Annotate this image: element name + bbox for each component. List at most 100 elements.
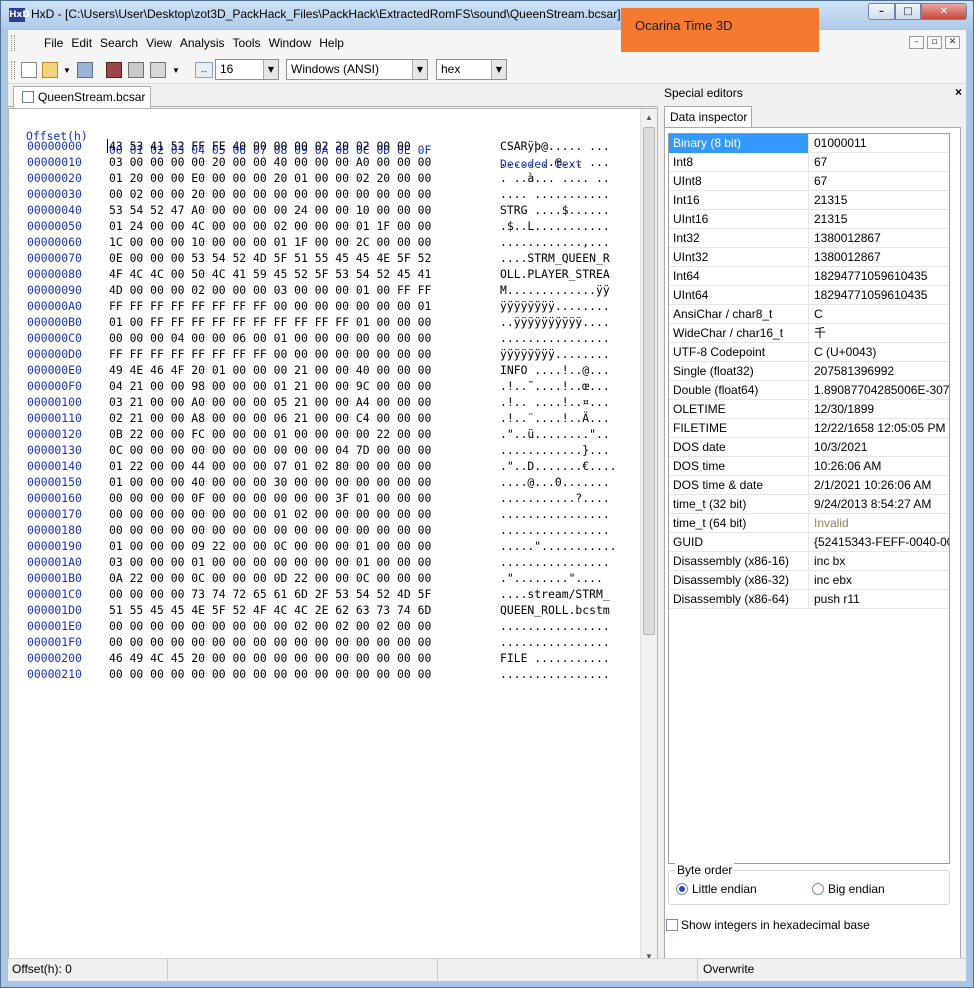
- inspector-row[interactable]: FILETIME 12/22/1658 12:05:05 PM: [669, 419, 949, 438]
- row-bytes[interactable]: 00 00 00 00 0F 00 00 00 00 00 00 3F 01 0…: [109, 490, 431, 506]
- row-decoded-text[interactable]: CSARÿþ@..... ...: [500, 138, 610, 154]
- hex-row[interactable]: 000000D0 FF FF FF FF FF FF FF FF 00 00 00…: [9, 346, 649, 362]
- inspector-row[interactable]: Disassembly (x86-32) inc ebx: [669, 571, 949, 590]
- hex-row[interactable]: 00000050 01 24 00 00 4C 00 00 00 02 00 00…: [9, 218, 649, 234]
- menu-window[interactable]: Window: [265, 30, 316, 56]
- hex-row[interactable]: 000000C0 00 00 00 04 00 00 06 00 01 00 00…: [9, 330, 649, 346]
- row-decoded-text[interactable]: ............,...: [500, 234, 610, 250]
- mdi-restore-button[interactable]: ▫: [927, 36, 942, 49]
- save-icon[interactable]: [77, 62, 93, 78]
- row-decoded-text[interactable]: ....STRM_QUEEN_R: [500, 250, 610, 266]
- row-decoded-text[interactable]: ................: [500, 618, 610, 634]
- menu-view[interactable]: View: [142, 30, 176, 56]
- hex-row[interactable]: 00000040 53 54 52 47 A0 00 00 00 00 24 00…: [9, 202, 649, 218]
- row-decoded-text[interactable]: .!.. ....!..¤...: [500, 394, 610, 410]
- inspector-value[interactable]: 18294771059610435: [810, 267, 949, 285]
- inspector-row[interactable]: Double (float64) 1.89087704285006E-307: [669, 381, 949, 400]
- row-decoded-text[interactable]: ....@...0.......: [500, 474, 610, 490]
- inspector-row[interactable]: WideChar / char16_t 千: [669, 324, 949, 343]
- inspector-row[interactable]: DOS time 10:26:06 AM: [669, 457, 949, 476]
- inspector-value[interactable]: 1.89087704285006E-307: [810, 381, 949, 399]
- scroll-up-arrow-icon[interactable]: ▲: [641, 109, 657, 126]
- chevron-down-icon[interactable]: ▼: [491, 60, 506, 79]
- row-decoded-text[interactable]: ÿÿÿÿÿÿÿÿ........: [500, 346, 610, 362]
- charset-select[interactable]: Windows (ANSI) ▼: [286, 59, 428, 80]
- row-decoded-text[interactable]: OLL.PLAYER_STREA: [500, 266, 610, 282]
- row-bytes[interactable]: 00 00 00 00 00 00 00 00 00 00 00 00 00 0…: [109, 522, 431, 538]
- inspector-value[interactable]: 2/1/2021 10:26:06 AM: [810, 476, 949, 494]
- inspector-value[interactable]: 12/22/1658 12:05:05 PM: [810, 419, 949, 437]
- maximize-button[interactable]: □: [895, 3, 921, 20]
- hex-row[interactable]: 00000060 1C 00 00 00 10 00 00 00 01 1F 00…: [9, 234, 649, 250]
- close-panel-icon[interactable]: ×: [955, 85, 962, 99]
- toolbar-grip[interactable]: [11, 61, 15, 79]
- inspector-value[interactable]: 21315: [810, 191, 949, 209]
- row-bytes[interactable]: 1C 00 00 00 10 00 00 00 01 1F 00 00 2C 0…: [109, 234, 431, 250]
- hex-vertical-scrollbar[interactable]: ▲ ▼: [640, 109, 657, 965]
- inspector-row[interactable]: Disassembly (x86-64) push r11: [669, 590, 949, 609]
- hex-row[interactable]: 00000180 00 00 00 00 00 00 00 00 00 00 00…: [9, 522, 649, 538]
- row-decoded-text[interactable]: ...........?....: [500, 490, 610, 506]
- hex-row[interactable]: 000001E0 00 00 00 00 00 00 00 00 00 02 00…: [9, 618, 649, 634]
- inspector-value[interactable]: C (U+0043): [810, 343, 949, 361]
- hex-row[interactable]: 000001D0 51 55 45 45 4E 5F 52 4F 4C 4C 2E…: [9, 602, 649, 618]
- row-decoded-text[interactable]: ................: [500, 666, 610, 682]
- row-bytes[interactable]: 03 00 00 00 01 00 00 00 00 00 00 00 01 0…: [109, 554, 431, 570]
- row-decoded-text[interactable]: ÿÿÿÿÿÿÿÿ........: [500, 298, 610, 314]
- menu-help[interactable]: Help: [315, 30, 348, 56]
- hex-row[interactable]: 00000000 43 53 41 52 FF FE 40 00 00 00 02…: [9, 138, 649, 154]
- inspector-value[interactable]: Invalid: [810, 514, 949, 532]
- menu-file[interactable]: File: [40, 30, 67, 56]
- hex-row[interactable]: 00000090 4D 00 00 00 02 00 00 00 03 00 00…: [9, 282, 649, 298]
- row-bytes[interactable]: 00 00 00 00 00 00 00 00 00 00 00 00 00 0…: [109, 634, 431, 650]
- row-decoded-text[interactable]: ..... ..@... ...: [500, 154, 610, 170]
- inspector-row[interactable]: time_t (32 bit) 9/24/2013 8:54:27 AM: [669, 495, 949, 514]
- row-bytes[interactable]: 4D 00 00 00 02 00 00 00 03 00 00 00 01 0…: [109, 282, 431, 298]
- chevron-down-icon[interactable]: ▼: [263, 60, 278, 79]
- open-disk-icon[interactable]: [128, 62, 144, 78]
- hex-row[interactable]: 000000A0 FF FF FF FF FF FF FF FF 00 00 00…: [9, 298, 649, 314]
- row-bytes[interactable]: 51 55 45 45 4E 5F 52 4F 4C 4C 2E 62 63 7…: [109, 602, 431, 618]
- row-bytes[interactable]: 00 00 00 00 00 00 00 00 00 02 00 02 00 0…: [109, 618, 431, 634]
- row-decoded-text[interactable]: INFO ....!..@...: [500, 362, 610, 378]
- inspector-row[interactable]: Int16 21315: [669, 191, 949, 210]
- row-decoded-text[interactable]: M.............ÿÿ: [500, 282, 610, 298]
- row-decoded-text[interactable]: ....stream/STRM_: [500, 586, 610, 602]
- minimize-button[interactable]: –: [868, 3, 895, 20]
- row-decoded-text[interactable]: ................: [500, 522, 610, 538]
- close-button[interactable]: ✕: [921, 3, 967, 20]
- row-bytes[interactable]: 0A 22 00 00 0C 00 00 00 0D 22 00 00 0C 0…: [109, 570, 431, 586]
- row-decoded-text[interactable]: QUEEN_ROLL.bcstm: [500, 602, 610, 618]
- row-decoded-text[interactable]: ..ÿÿÿÿÿÿÿÿÿÿ....: [500, 314, 610, 330]
- inspector-value[interactable]: 10/3/2021: [810, 438, 949, 456]
- tab-data-inspector[interactable]: Data inspector: [664, 106, 752, 128]
- status-edit-mode[interactable]: Overwrite: [700, 959, 960, 980]
- hex-row[interactable]: 00000130 0C 00 00 00 00 00 00 00 00 00 00…: [9, 442, 649, 458]
- hex-row[interactable]: 00000070 0E 00 00 00 53 54 52 4D 5F 51 55…: [9, 250, 649, 266]
- inspector-row[interactable]: UInt64 18294771059610435: [669, 286, 949, 305]
- inspector-value[interactable]: 1380012867: [810, 248, 949, 266]
- open-process-icon[interactable]: [150, 62, 166, 78]
- row-bytes[interactable]: 03 21 00 00 A0 00 00 00 05 21 00 00 A4 0…: [109, 394, 431, 410]
- row-decoded-text[interactable]: STRG ....$......: [500, 202, 610, 218]
- row-bytes[interactable]: 49 4E 46 4F 20 01 00 00 00 21 00 00 40 0…: [109, 362, 431, 378]
- inspector-value[interactable]: inc ebx: [810, 571, 949, 589]
- row-bytes[interactable]: 0B 22 00 00 FC 00 00 00 01 00 00 00 00 2…: [109, 426, 431, 442]
- scrollbar-thumb[interactable]: [643, 127, 655, 635]
- tab-queenstream[interactable]: QueenStream.bcsar: [13, 86, 151, 108]
- row-decoded-text[interactable]: .!..¨....!..Ä...: [500, 410, 610, 426]
- row-decoded-text[interactable]: ."..D.......€....: [500, 458, 617, 474]
- hex-row[interactable]: 00000170 00 00 00 00 00 00 00 00 01 02 00…: [9, 506, 649, 522]
- hex-row[interactable]: 00000140 01 22 00 00 44 00 00 00 07 01 02…: [9, 458, 649, 474]
- inspector-row[interactable]: Int32 1380012867: [669, 229, 949, 248]
- mdi-close-button[interactable]: ✕: [945, 36, 960, 49]
- inspector-value[interactable]: 01000011: [810, 134, 949, 152]
- row-decoded-text[interactable]: FILE ...........: [500, 650, 610, 666]
- hex-row[interactable]: 00000100 03 21 00 00 A0 00 00 00 05 21 00…: [9, 394, 649, 410]
- row-bytes[interactable]: 46 49 4C 45 20 00 00 00 00 00 00 00 00 0…: [109, 650, 431, 666]
- little-endian-radio[interactable]: Little endian: [676, 882, 757, 896]
- hex-row[interactable]: 000001C0 00 00 00 00 73 74 72 65 61 6D 2F…: [9, 586, 649, 602]
- offset-base-select[interactable]: hex ▼: [436, 59, 507, 80]
- row-decoded-text[interactable]: ."..ü........"..: [500, 426, 610, 442]
- row-bytes[interactable]: 02 21 00 00 A8 00 00 00 06 21 00 00 C4 0…: [109, 410, 431, 426]
